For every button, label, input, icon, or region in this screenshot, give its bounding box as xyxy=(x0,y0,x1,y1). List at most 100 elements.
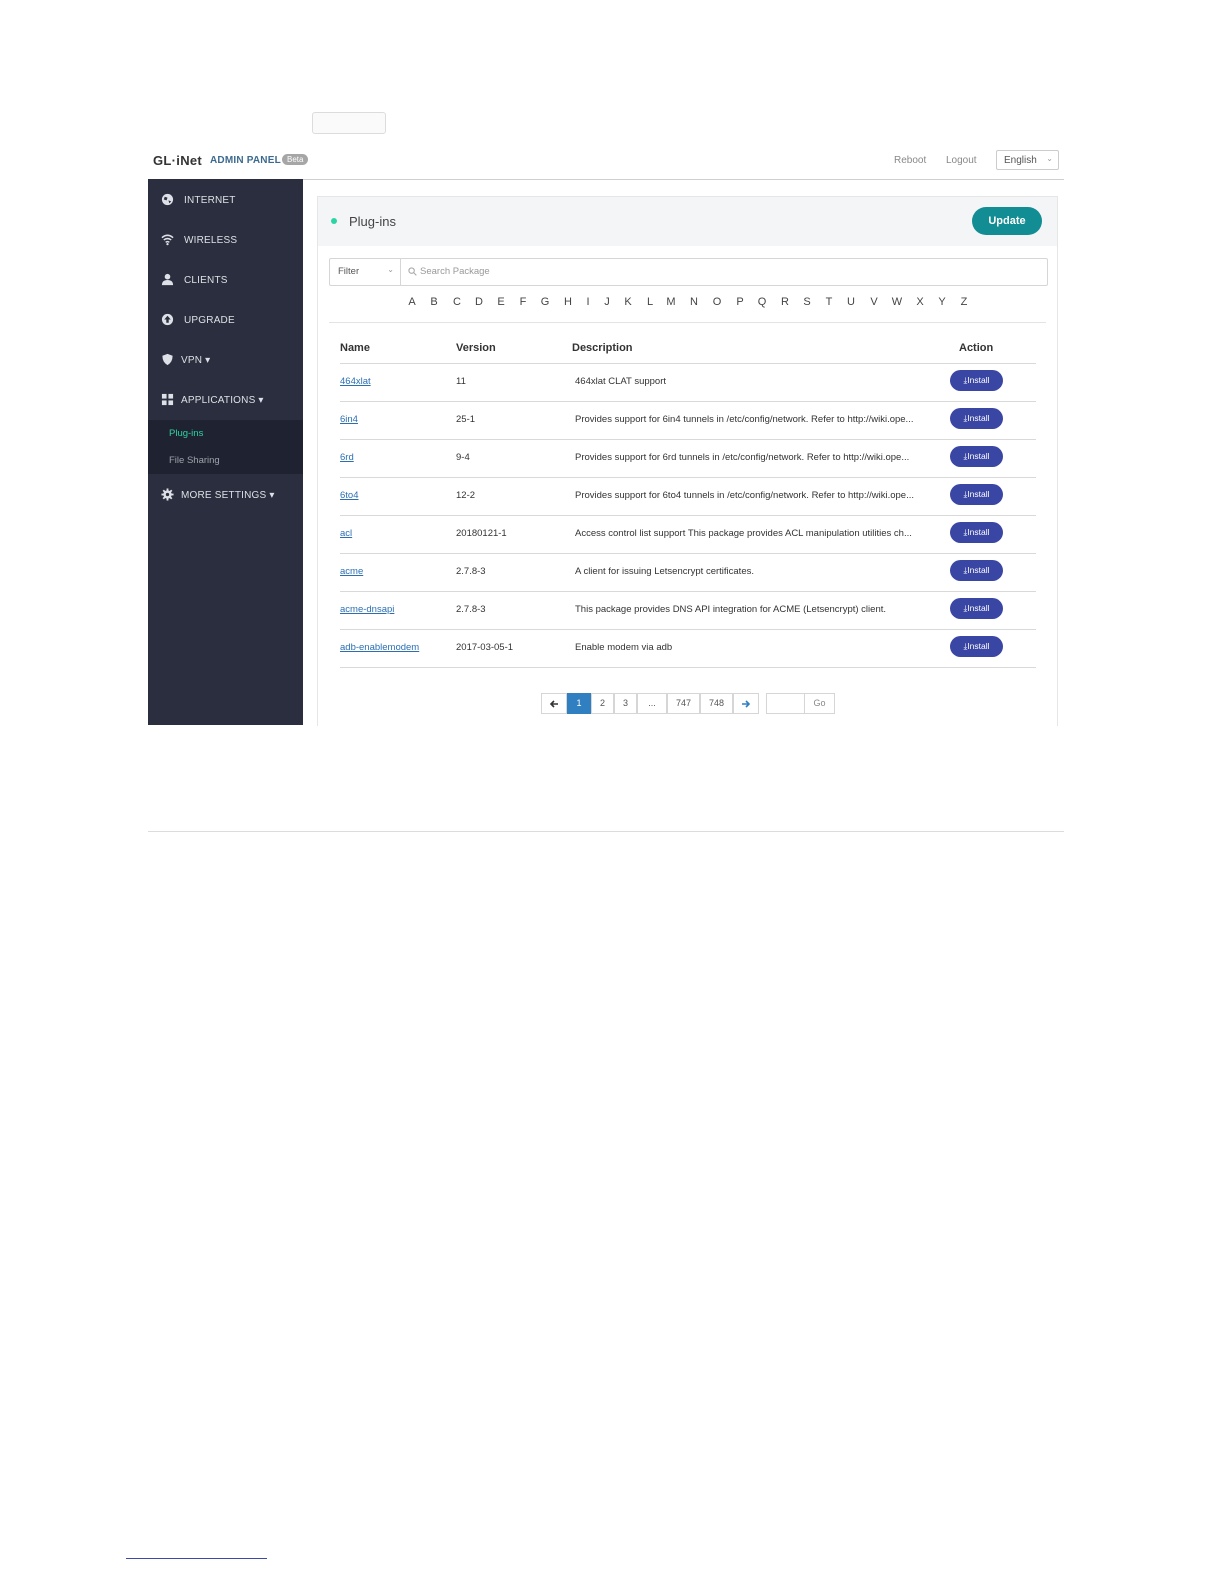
letter-filter-y[interactable]: Y xyxy=(938,296,945,308)
install-button[interactable]: ⤓Install xyxy=(950,560,1003,581)
package-name-link[interactable]: adb-enablemodem xyxy=(340,642,419,653)
package-version: 20180121-1 xyxy=(456,528,507,539)
sidebar-item-label: CLIENTS xyxy=(184,275,228,286)
install-button[interactable]: ⤓Install xyxy=(950,446,1003,467)
letter-filter-p[interactable]: P xyxy=(736,296,743,308)
sidebar-item-label: MORE SETTINGS ▾ xyxy=(181,490,275,501)
update-button[interactable]: Update xyxy=(972,207,1042,235)
package-name-link[interactable]: acl xyxy=(340,528,352,539)
filter-select[interactable]: Filter ⌄ xyxy=(330,259,401,285)
package-name-link[interactable]: acme xyxy=(340,566,363,577)
letter-filter-v[interactable]: V xyxy=(870,296,877,308)
sidebar-item-clients[interactable]: CLIENTS xyxy=(148,260,303,300)
letter-filter-a[interactable]: A xyxy=(408,296,415,308)
sidebar-item-internet[interactable]: INTERNET xyxy=(148,180,303,220)
goto-page-input[interactable] xyxy=(766,693,804,714)
table-row: 6in4 25-1 Provides support for 6in4 tunnel… xyxy=(340,402,1036,440)
package-name-link[interactable]: 6in4 xyxy=(340,414,358,425)
package-name-link[interactable]: acme-dnsapi xyxy=(340,604,394,615)
sidebar-item-more-settings[interactable]: MORE SETTINGS ▾ xyxy=(148,475,303,515)
language-select[interactable]: English ⌄ xyxy=(996,150,1059,170)
letter-filter-b[interactable]: B xyxy=(430,296,437,308)
page-button-748[interactable]: 748 xyxy=(700,693,733,714)
sidebar-subitem-file-sharing[interactable]: File Sharing xyxy=(169,455,220,466)
sidebar: INTERNET WIRELESS CLIENTS UPGRADE VPN ▾ xyxy=(148,179,303,725)
letter-filter-w[interactable]: W xyxy=(892,296,902,308)
page-button-2[interactable]: 2 xyxy=(591,693,614,714)
install-label: Install xyxy=(967,641,990,651)
letter-filter-r[interactable]: R xyxy=(781,296,789,308)
table-row: acme 2.7.8-3 A client for issuing Letsencr… xyxy=(340,554,1036,592)
sidebar-item-upgrade[interactable]: UPGRADE xyxy=(148,300,303,340)
install-button[interactable]: ⤓Install xyxy=(950,484,1003,505)
letter-filter-o[interactable]: O xyxy=(713,296,722,308)
install-button[interactable]: ⤓Install xyxy=(950,408,1003,429)
package-description: A client for issuing Letsencrypt certifi… xyxy=(575,566,754,577)
letter-filter-k[interactable]: K xyxy=(624,296,631,308)
install-button[interactable]: ⤓Install xyxy=(950,370,1003,391)
table-row: 464xlat 11 464xlat CLAT support ⤓Install xyxy=(340,364,1036,402)
reboot-link[interactable]: Reboot xyxy=(894,155,926,166)
sidebar-item-vpn[interactable]: VPN ▾ xyxy=(148,340,303,380)
sidebar-subitem-plug-ins[interactable]: Plug-ins xyxy=(169,428,203,439)
letter-filter-d[interactable]: D xyxy=(475,296,483,308)
column-header-name: Name xyxy=(340,342,370,354)
package-version: 12-2 xyxy=(456,490,476,501)
package-name-link[interactable]: 6rd xyxy=(340,452,354,463)
sidebar-item-label: WIRELESS xyxy=(184,235,238,246)
install-button[interactable]: ⤓Install xyxy=(950,522,1003,543)
letter-filter-e[interactable]: E xyxy=(497,296,504,308)
bottom-divider xyxy=(148,831,1064,832)
sidebar-item-label: APPLICATIONS ▾ xyxy=(181,395,264,406)
plugins-panel: Plug-ins Update Filter ⌄ Search Package … xyxy=(317,196,1058,726)
beta-badge: Beta xyxy=(282,154,309,165)
sidebar-item-label: UPGRADE xyxy=(184,315,235,326)
page-ellipsis: ... xyxy=(637,693,667,714)
letter-filter-z[interactable]: Z xyxy=(961,296,968,308)
letter-filter-x[interactable]: X xyxy=(916,296,923,308)
letter-filter-n[interactable]: N xyxy=(690,296,698,308)
top-blank-box xyxy=(312,112,386,134)
letter-filter-j[interactable]: J xyxy=(604,296,610,308)
upgrade-icon xyxy=(161,313,174,326)
install-label: Install xyxy=(967,489,990,499)
page-button-1[interactable]: 1 xyxy=(567,693,591,714)
letter-filter-g[interactable]: G xyxy=(541,296,550,308)
footnote-separator xyxy=(126,1558,267,1559)
letter-filter-i[interactable]: I xyxy=(586,296,589,308)
install-button[interactable]: ⤓Install xyxy=(950,636,1003,657)
sidebar-item-wireless[interactable]: WIRELESS xyxy=(148,220,303,260)
package-description: Provides support for 6in4 tunnels in /et… xyxy=(575,414,914,425)
package-name-link[interactable]: 6to4 xyxy=(340,490,359,501)
go-button[interactable]: Go xyxy=(804,693,835,714)
letter-filter-q[interactable]: Q xyxy=(758,296,767,308)
install-label: Install xyxy=(967,527,990,537)
letter-filter-t[interactable]: T xyxy=(826,296,833,308)
user-icon xyxy=(161,273,174,286)
next-page-button[interactable] xyxy=(733,693,759,714)
page-button-3[interactable]: 3 xyxy=(614,693,637,714)
column-header-version: Version xyxy=(456,342,496,354)
prev-page-button[interactable] xyxy=(541,693,567,714)
filter-label: Filter xyxy=(338,266,360,277)
shield-icon xyxy=(162,353,173,366)
letter-filter-f[interactable]: F xyxy=(520,296,527,308)
letter-filter-h[interactable]: H xyxy=(564,296,572,308)
package-description: This package provides DNS API integratio… xyxy=(575,604,886,615)
letter-filter-l[interactable]: L xyxy=(647,296,653,308)
page-button-747[interactable]: 747 xyxy=(667,693,700,714)
sidebar-item-applications[interactable]: APPLICATIONS ▾ xyxy=(148,380,303,420)
letter-filter-s[interactable]: S xyxy=(803,296,810,308)
letter-filter-u[interactable]: U xyxy=(847,296,855,308)
chevron-down-icon: ⌄ xyxy=(387,265,394,274)
logout-link[interactable]: Logout xyxy=(946,155,977,166)
install-label: Install xyxy=(967,603,990,613)
package-name-link[interactable]: 464xlat xyxy=(340,376,371,387)
install-button[interactable]: ⤓Install xyxy=(950,598,1003,619)
grid-icon xyxy=(161,393,174,406)
letter-filter-c[interactable]: C xyxy=(453,296,461,308)
install-label: Install xyxy=(967,451,990,461)
search-input[interactable]: Search Package xyxy=(402,259,1042,285)
letter-filter-m[interactable]: M xyxy=(666,296,675,308)
install-label: Install xyxy=(967,565,990,575)
